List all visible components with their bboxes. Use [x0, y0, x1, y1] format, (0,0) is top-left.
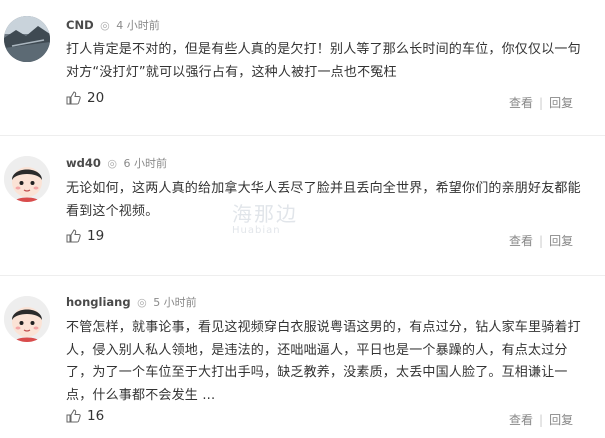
comment-divider — [0, 275, 605, 276]
divider: | — [539, 234, 544, 248]
view-button[interactable]: 查看 — [509, 234, 533, 248]
thumbs-up-icon — [66, 91, 81, 105]
thumbs-up-icon — [66, 409, 81, 423]
reply-button[interactable]: 回复 — [549, 96, 573, 110]
avatar[interactable] — [4, 296, 50, 342]
timestamp: 6 小时前 — [123, 157, 167, 170]
view-button[interactable]: 查看 — [509, 413, 533, 427]
username[interactable]: CND — [66, 18, 94, 32]
timestamp: 4 小时前 — [116, 19, 160, 32]
view-button[interactable]: 查看 — [509, 96, 533, 110]
username[interactable]: hongliang — [66, 295, 131, 309]
cartoon-face-avatar-icon — [4, 296, 50, 342]
divider: | — [539, 413, 544, 427]
separator-dot: ◎ — [100, 19, 110, 32]
like-count: 20 — [87, 90, 105, 106]
separator-dot: ◎ — [137, 296, 147, 309]
avatar[interactable] — [4, 16, 50, 62]
comment-meta: hongliang ◎ 5 小时前 — [66, 294, 197, 310]
comment-actions: 查看 | 回复 — [509, 232, 573, 249]
watermark: 海那边 Huabian — [232, 198, 298, 236]
thumbs-up-icon — [66, 229, 81, 243]
timestamp: 5 小时前 — [153, 296, 197, 309]
like-button[interactable]: 20 — [66, 90, 104, 106]
landscape-avatar-icon — [4, 16, 50, 62]
reply-button[interactable]: 回复 — [549, 234, 573, 248]
reply-button[interactable]: 回复 — [549, 413, 573, 427]
like-button[interactable]: 19 — [66, 228, 104, 244]
like-button[interactable]: 16 — [66, 408, 104, 424]
divider: | — [539, 96, 544, 110]
comment-meta: CND ◎ 4 小时前 — [66, 17, 160, 33]
comment-actions: 查看 | 回复 — [509, 411, 573, 428]
comment-actions: 查看 | 回复 — [509, 94, 573, 111]
watermark-subtext: Huabian — [232, 225, 281, 236]
comment-text: 无论如何，这两人真的给加拿大华人丢尽了脸并且丢向全世界，希望你们的亲朋好友都能看… — [66, 181, 581, 219]
comment-text: 不管怎样，就事论事，看见这视频穿白衣服说粤语这男的，有点过分，钻人家车里骑着打人… — [66, 320, 581, 403]
cartoon-face-avatar-icon — [4, 156, 50, 202]
username[interactable]: wd40 — [66, 156, 101, 170]
watermark-text: 海那边 — [232, 202, 298, 226]
separator-dot: ◎ — [107, 157, 117, 170]
comment-divider — [0, 135, 605, 136]
like-count: 16 — [87, 408, 105, 424]
comment-meta: wd40 ◎ 6 小时前 — [66, 155, 167, 171]
like-count: 19 — [87, 228, 105, 244]
avatar[interactable] — [4, 156, 50, 202]
comment-text: 打人肯定是不对的，但是有些人真的是欠打！别人等了那么长时间的车位，你仅仅以一句对… — [66, 42, 581, 80]
